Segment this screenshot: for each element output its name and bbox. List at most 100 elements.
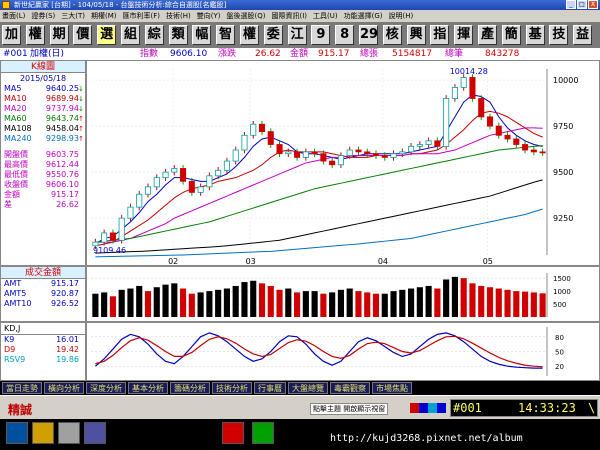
toolbar-button[interactable]: 29	[359, 25, 378, 45]
amount-bar	[136, 285, 143, 317]
status-separator: \	[588, 401, 596, 415]
candle-body	[399, 151, 406, 155]
toolbar-button[interactable]: 簡	[501, 25, 521, 45]
menu-item[interactable]: 雙向(Y)	[197, 10, 221, 22]
candle-body	[101, 232, 108, 243]
menu-item[interactable]: 匯市利率(F)	[123, 10, 161, 22]
legend-label: RSV9	[4, 355, 26, 364]
amount-bar	[127, 288, 134, 317]
kd-chart[interactable]: 80 50 20	[86, 322, 600, 381]
menu-item[interactable]: 功能選擇(G)	[344, 10, 383, 22]
trend-arrow-icon: ↑	[78, 125, 84, 133]
taskbar-app-icon[interactable]	[84, 422, 106, 444]
toolbar-button[interactable]: 指	[430, 25, 450, 45]
candle-body	[408, 145, 415, 153]
taskbar-app-icon[interactable]	[32, 422, 54, 444]
trend-arrow-icon: ↓	[78, 85, 84, 93]
index-label: 指數	[140, 49, 159, 59]
candle-body	[320, 153, 327, 162]
taskbar-app-icon[interactable]	[6, 422, 28, 444]
taskbar-app-icon[interactable]	[58, 422, 80, 444]
y-tick-label: 1500	[553, 275, 571, 283]
amount-legend-panel: 成交金額 AMT 915.17 AMT5 920.87 AMT10 926.52	[0, 266, 86, 322]
toolbar-button[interactable]: 加	[2, 25, 21, 45]
toolbar-button[interactable]: 智	[216, 25, 236, 45]
amount-bar	[258, 283, 266, 317]
minimize-button[interactable]: _	[566, 0, 576, 9]
toolbar-button[interactable]: 期	[49, 25, 69, 45]
maximize-button[interactable]: □	[577, 0, 587, 9]
toolbar-button[interactable]: 技	[549, 25, 569, 45]
toolbar-button[interactable]: 綜	[144, 25, 164, 45]
legend-row: AMT10 926.52	[1, 299, 85, 309]
legend-label: 金額	[4, 190, 20, 199]
toolbar-button[interactable]: 基	[525, 25, 545, 45]
candle-body	[381, 155, 388, 158]
analysis-tab[interactable]: 當日走勢	[2, 382, 42, 394]
legend-row: MA240 9298.93 ↑	[1, 134, 85, 144]
legend-row: MA60 9643.74 ↑	[1, 114, 85, 124]
menu-item[interactable]: 盤後選股(Q)	[227, 10, 266, 22]
candle-body	[197, 186, 204, 193]
amount-bar	[522, 291, 529, 317]
toolbar-button[interactable]: 選	[97, 25, 117, 45]
toolbar-button[interactable]: 組	[121, 25, 140, 45]
toolbar-button[interactable]: 核	[382, 25, 402, 45]
analysis-tab[interactable]: 市場焦點	[372, 382, 412, 394]
menu-item[interactable]: 國際資訊(I)	[272, 10, 308, 22]
toolbar-button[interactable]: 8	[335, 25, 355, 45]
menu-item[interactable]: 證券(S)	[31, 10, 55, 22]
amount-chart[interactable]: 1500 1000 500	[86, 266, 600, 322]
analysis-tab[interactable]: 技術分析	[212, 382, 252, 394]
ma-line	[95, 179, 543, 254]
change-value: 26.62	[255, 49, 281, 59]
close-button[interactable]: X	[588, 0, 598, 9]
legend-value: 9298.93	[45, 134, 79, 143]
analysis-tab[interactable]: 基本分析	[128, 382, 168, 394]
candle-body	[311, 151, 318, 155]
analysis-tab[interactable]: 深度分析	[86, 382, 126, 394]
menu-item[interactable]: 技術(H)	[166, 10, 191, 22]
amount-bar	[153, 287, 160, 317]
menu-item[interactable]: 三大(T)	[61, 10, 85, 22]
toolbar-button[interactable]: 產	[478, 25, 497, 45]
toolbar-button[interactable]: 權	[240, 25, 259, 45]
candle-body	[232, 149, 239, 162]
legend-value: 920.87	[51, 289, 79, 298]
legend-value: 9643.74	[45, 114, 79, 123]
toolbar-button[interactable]: 類	[168, 25, 188, 45]
amount-bar	[372, 293, 380, 317]
amount-bar	[285, 288, 292, 317]
toolbar-button[interactable]: 江	[287, 25, 307, 45]
toolbar-button[interactable]: 益	[573, 25, 593, 45]
toolbar-button[interactable]: 權	[25, 25, 45, 45]
amount-bar	[460, 278, 467, 317]
title-bar: 新世紀贏家 [台期] - 104/05/18 - 台盤技術分析:綜合自選股[名鑑…	[0, 0, 600, 10]
menu-item[interactable]: 期權(M)	[91, 10, 117, 22]
analysis-tab[interactable]: 大盤總覽	[288, 382, 328, 394]
toolbar-button[interactable]: 幅	[192, 25, 212, 45]
amount-bar	[223, 288, 230, 317]
toolbar-button[interactable]: 揮	[454, 25, 474, 45]
legend-label: MA60	[4, 114, 27, 123]
ma-legend-panel: K線圖 2015/05/18 MA5 9640.25 ↓ MA10 9689.94 ↓ MA…	[0, 60, 86, 266]
analysis-tab[interactable]: 籌碼分析	[170, 382, 210, 394]
analysis-tab[interactable]: 毒霸觀察	[330, 382, 370, 394]
taskbar-app-icon[interactable]	[252, 422, 274, 444]
taskbar-app-icon[interactable]	[222, 422, 244, 444]
menu-item[interactable]: 說明(H)	[389, 10, 414, 22]
k-line-chart[interactable]: 10000 9750 9500 9250 02 03 04 05 10014.28 9109.46	[86, 60, 600, 266]
menu-item[interactable]: 工具(U)	[313, 10, 338, 22]
stock-code: #001	[3, 49, 28, 59]
y-tick-label: 9500	[553, 168, 573, 177]
candle-body	[346, 149, 353, 156]
toolbar-button[interactable]: 價	[73, 25, 93, 45]
toolbar-button[interactable]: 9	[311, 25, 331, 45]
toolbar-button[interactable]: 委	[263, 25, 283, 45]
analysis-tab[interactable]: 橫向分析	[44, 382, 84, 394]
toolbar-button[interactable]: 興	[406, 25, 426, 45]
analysis-tab[interactable]: 行事曆	[254, 382, 286, 394]
y-tick-label: 20	[555, 363, 564, 371]
menu-item[interactable]: 畫面(L)	[2, 10, 25, 22]
status-hint[interactable]: 點擊主題 開啟顯示視窗	[310, 403, 389, 415]
